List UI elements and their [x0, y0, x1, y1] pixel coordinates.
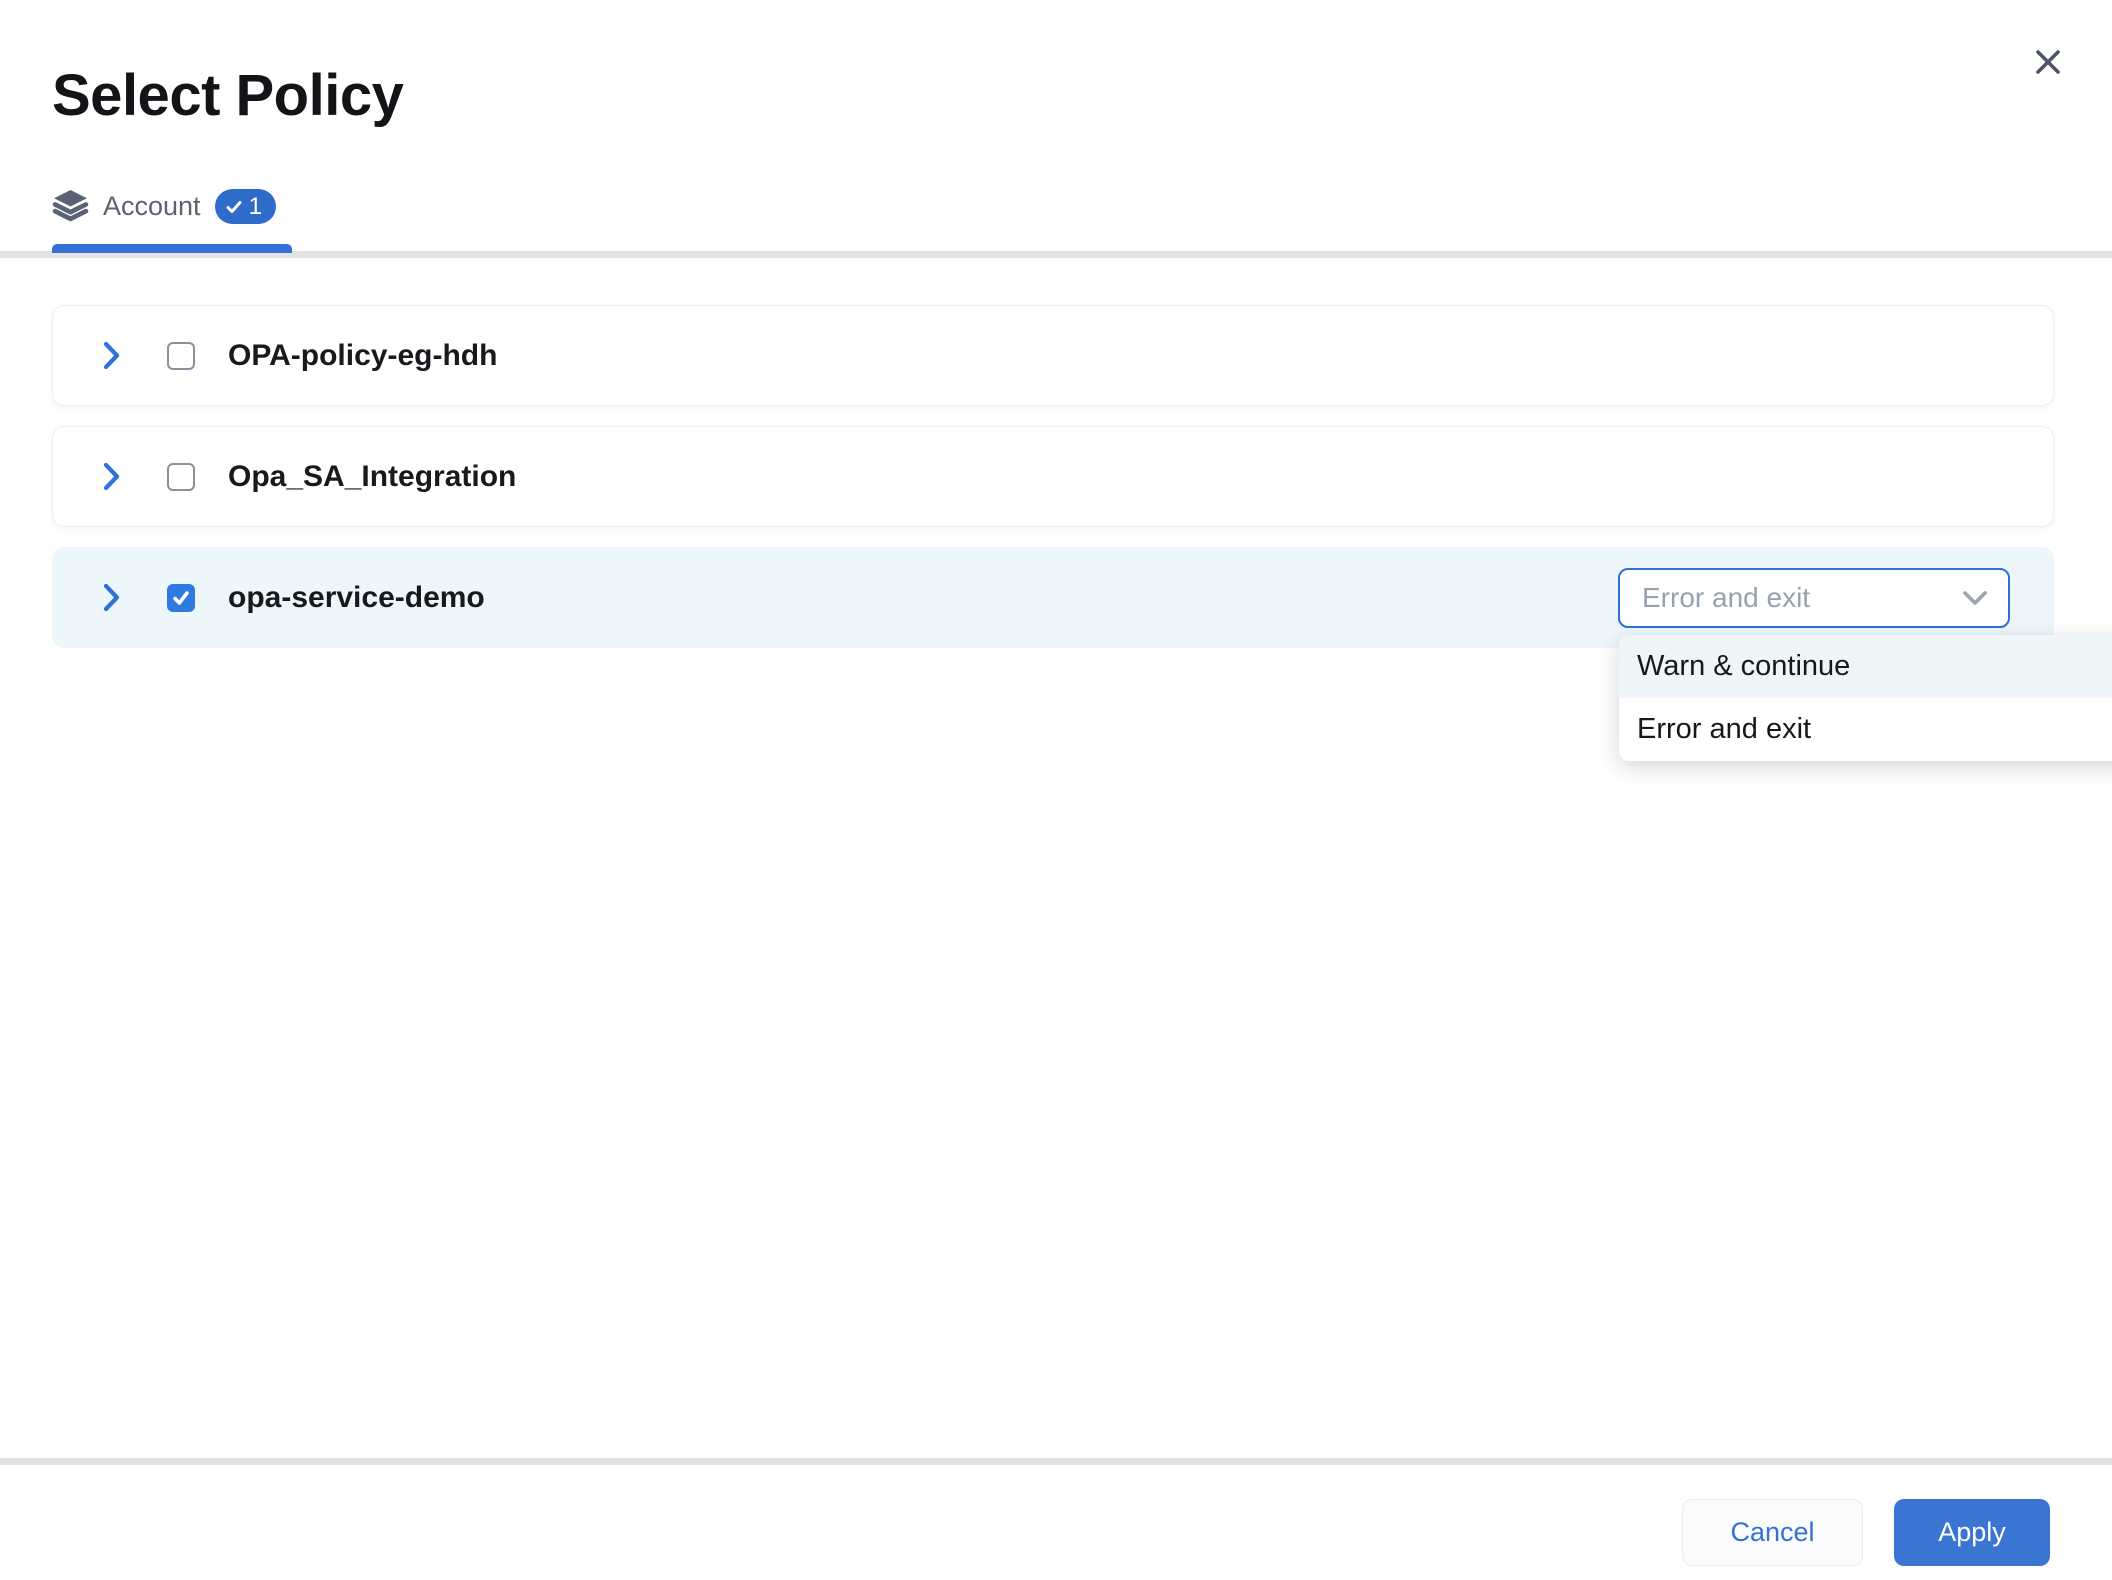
footer-actions: Cancel Apply — [1682, 1499, 2050, 1566]
chevron-right-icon — [101, 582, 122, 613]
dropdown-option-error-exit[interactable]: Error and exit — [1619, 698, 2112, 761]
policy-row-opa-policy-eg-hdh: OPA-policy-eg-hdh — [52, 305, 2054, 406]
severity-select-value: Error and exit — [1642, 582, 1810, 614]
tab-badge-count: 1 — [249, 193, 262, 221]
tab-account-label: Account — [103, 191, 201, 222]
policy-list: OPA-policy-eg-hdh Opa_SA_Integration opa… — [52, 305, 2054, 648]
policy-name: opa-service-demo — [228, 581, 485, 615]
cancel-button[interactable]: Cancel — [1682, 1499, 1863, 1566]
policy-name: Opa_SA_Integration — [228, 460, 516, 494]
page-title: Select Policy — [52, 62, 403, 129]
policy-row-opa-service-demo: opa-service-demo Error and exit — [52, 547, 2054, 648]
policy-checkbox-checked[interactable] — [167, 584, 195, 612]
chevron-right-icon — [101, 340, 122, 371]
active-tab-indicator — [52, 244, 292, 253]
dropdown-option-warn-continue[interactable]: Warn & continue — [1619, 635, 2112, 698]
tab-account[interactable]: Account 1 — [52, 188, 276, 225]
footer-divider — [0, 1458, 2112, 1465]
expand-row-button[interactable] — [99, 581, 123, 615]
expand-row-button[interactable] — [99, 339, 123, 373]
close-icon — [2032, 46, 2064, 78]
layers-icon — [52, 188, 89, 225]
select-policy-modal: { "modal": { "title": "Select Policy" },… — [0, 0, 2112, 1580]
apply-button[interactable]: Apply — [1894, 1499, 2050, 1566]
chevron-right-icon — [101, 461, 122, 492]
expand-row-button[interactable] — [99, 460, 123, 494]
severity-dropdown-menu: Warn & continue Error and exit — [1619, 635, 2112, 761]
check-icon — [225, 198, 243, 216]
policy-name: OPA-policy-eg-hdh — [228, 339, 497, 373]
policy-row-opa-sa-integration: Opa_SA_Integration — [52, 426, 2054, 527]
close-button[interactable] — [2020, 34, 2076, 90]
policy-checkbox[interactable] — [167, 342, 195, 370]
chevron-down-icon — [1962, 590, 1988, 606]
tab-selected-count-badge: 1 — [215, 189, 276, 224]
check-icon — [171, 588, 191, 608]
severity-select[interactable]: Error and exit — [1618, 568, 2010, 628]
policy-checkbox[interactable] — [167, 463, 195, 491]
tabbar-divider — [0, 251, 2112, 258]
